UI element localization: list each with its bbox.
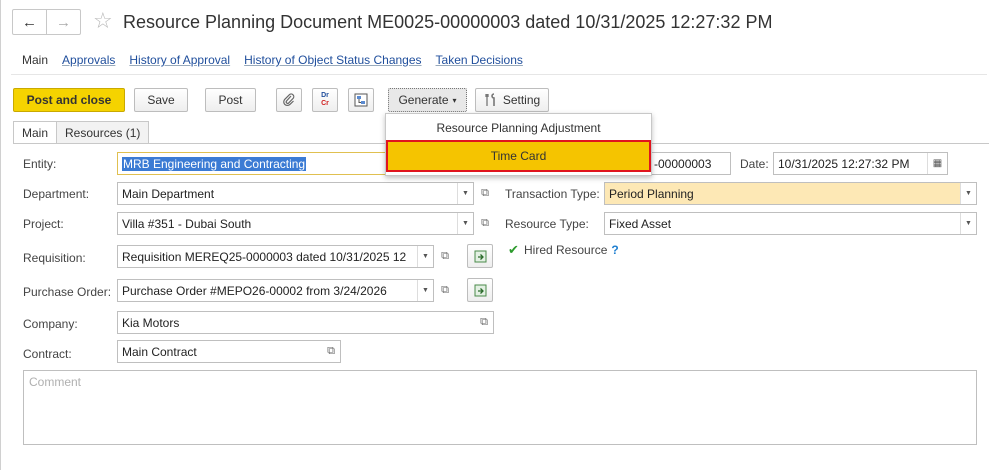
save-button[interactable]: Save — [134, 88, 188, 112]
resource-type-label: Resource Type: — [505, 217, 589, 231]
resource-type-field[interactable]: Fixed Asset ▼ — [604, 212, 977, 235]
document-window: ← → ☆ Resource Planning Document ME0025-… — [0, 0, 996, 470]
dr-cr-button[interactable]: Dr Cr — [312, 88, 338, 112]
company-label: Company: — [23, 317, 78, 331]
requisition-field[interactable]: Requisition MEREQ25-0000003 dated 10/31/… — [117, 245, 434, 268]
hierarchy-icon — [354, 93, 368, 107]
chevron-down-icon[interactable]: ▼ — [960, 183, 976, 204]
open-icon[interactable]: ⧉ — [322, 341, 340, 362]
transaction-type-label: Transaction Type: — [505, 187, 600, 201]
dr-label: Dr — [321, 92, 329, 99]
fill-from-requisition-button[interactable] — [467, 244, 493, 268]
contract-field[interactable]: Main Contract ⧉ — [117, 340, 341, 363]
nav-history-status[interactable]: History of Object Status Changes — [244, 53, 421, 67]
requisition-value: Requisition MEREQ25-0000003 dated 10/31/… — [122, 249, 407, 264]
department-value: Main Department — [122, 186, 215, 201]
chevron-down-icon[interactable]: ▼ — [457, 183, 473, 204]
menu-item-resource-planning-adjustment[interactable]: Resource Planning Adjustment — [386, 114, 651, 141]
hired-resource-checkbox[interactable]: ✔ — [507, 242, 520, 257]
nav-main[interactable]: Main — [22, 53, 48, 67]
entity-field[interactable]: MRB Engineering and Contracting — [117, 152, 387, 175]
purchase-order-value: Purchase Order #MEPO26-00002 from 3/24/2… — [122, 283, 387, 298]
project-value: Villa #351 - Dubai South — [122, 216, 252, 231]
nav-approvals[interactable]: Approvals — [62, 53, 115, 67]
department-field[interactable]: Main Department ▼ — [117, 182, 474, 205]
open-icon[interactable]: ⧉ — [476, 182, 494, 205]
divider — [11, 74, 987, 75]
attachment-button[interactable] — [276, 88, 302, 112]
tools-icon — [485, 93, 495, 106]
company-value: Kia Motors — [122, 315, 180, 330]
generate-menu: Resource Planning Adjustment Time Card — [385, 113, 652, 176]
transaction-type-value: Period Planning — [609, 186, 694, 201]
open-icon[interactable]: ⧉ — [436, 279, 454, 302]
menu-item-time-card[interactable]: Time Card — [386, 140, 651, 172]
entity-label: Entity: — [23, 157, 57, 171]
hired-resource-label: Hired Resource — [524, 243, 608, 257]
comment-textarea[interactable]: Comment — [23, 370, 977, 445]
date-field[interactable]: 10/31/2025 12:27:32 PM ▦ — [773, 152, 948, 175]
setting-button[interactable]: Setting — [475, 88, 549, 112]
post-button[interactable]: Post — [205, 88, 256, 112]
project-field[interactable]: Villa #351 - Dubai South ▼ — [117, 212, 474, 235]
resource-type-value: Fixed Asset — [609, 216, 672, 231]
number-field[interactable]: -00000003 — [649, 152, 731, 175]
chevron-down-icon[interactable]: ▼ — [457, 213, 473, 234]
back-button[interactable]: ← — [13, 10, 47, 34]
history-nav: ← → — [12, 9, 81, 35]
cr-label: Cr — [321, 100, 329, 107]
calendar-icon[interactable]: ▦ — [927, 153, 947, 174]
company-field[interactable]: Kia Motors ⧉ — [117, 311, 494, 334]
purchase-order-field[interactable]: Purchase Order #MEPO26-00002 from 3/24/2… — [117, 279, 434, 302]
post-and-close-button[interactable]: Post and close — [13, 88, 125, 112]
help-icon[interactable]: ? — [611, 243, 618, 257]
document-arrow-icon — [474, 284, 486, 296]
tab-main[interactable]: Main — [13, 121, 58, 144]
nav-taken-decisions[interactable]: Taken Decisions — [436, 53, 523, 67]
section-links: Main Approvals History of Approval Histo… — [22, 53, 537, 67]
generate-button[interactable]: Generate ▾ — [388, 88, 467, 112]
hired-resource-row: ✔ Hired Resource ? — [507, 242, 619, 257]
comment-placeholder: Comment — [29, 375, 82, 389]
open-icon[interactable]: ⧉ — [476, 212, 494, 235]
generate-label: Generate — [398, 93, 449, 107]
favorite-star-icon[interactable]: ☆ — [93, 8, 113, 34]
chevron-down-icon: ▾ — [452, 95, 457, 105]
transaction-type-field[interactable]: Period Planning ▼ — [604, 182, 977, 205]
structure-button[interactable] — [348, 88, 374, 112]
requisition-label: Requisition: — [23, 251, 86, 265]
department-label: Department: — [23, 187, 90, 201]
forward-button[interactable]: → — [47, 10, 80, 34]
fill-from-order-button[interactable] — [467, 278, 493, 302]
date-label: Date: — [740, 157, 769, 171]
paperclip-icon — [283, 93, 295, 107]
number-value: -00000003 — [654, 156, 712, 171]
tab-resources[interactable]: Resources (1) — [56, 121, 150, 143]
contract-value: Main Contract — [122, 344, 197, 359]
contract-label: Contract: — [23, 347, 72, 361]
open-icon[interactable]: ⧉ — [475, 312, 493, 333]
chevron-down-icon[interactable]: ▼ — [417, 246, 433, 267]
chevron-down-icon[interactable]: ▼ — [417, 280, 433, 301]
nav-history-approval[interactable]: History of Approval — [129, 53, 230, 67]
open-icon[interactable]: ⧉ — [436, 245, 454, 268]
project-label: Project: — [23, 217, 64, 231]
form-tabs: Main Resources (1) — [13, 121, 150, 144]
page-title: Resource Planning Document ME0025-000000… — [123, 12, 773, 32]
document-arrow-icon — [474, 250, 486, 262]
setting-label: Setting — [502, 93, 541, 107]
entity-value: MRB Engineering and Contracting — [122, 156, 307, 171]
purchase-order-label: Purchase Order: — [23, 285, 112, 299]
chevron-down-icon[interactable]: ▼ — [960, 213, 976, 234]
date-value: 10/31/2025 12:27:32 PM — [778, 156, 910, 171]
